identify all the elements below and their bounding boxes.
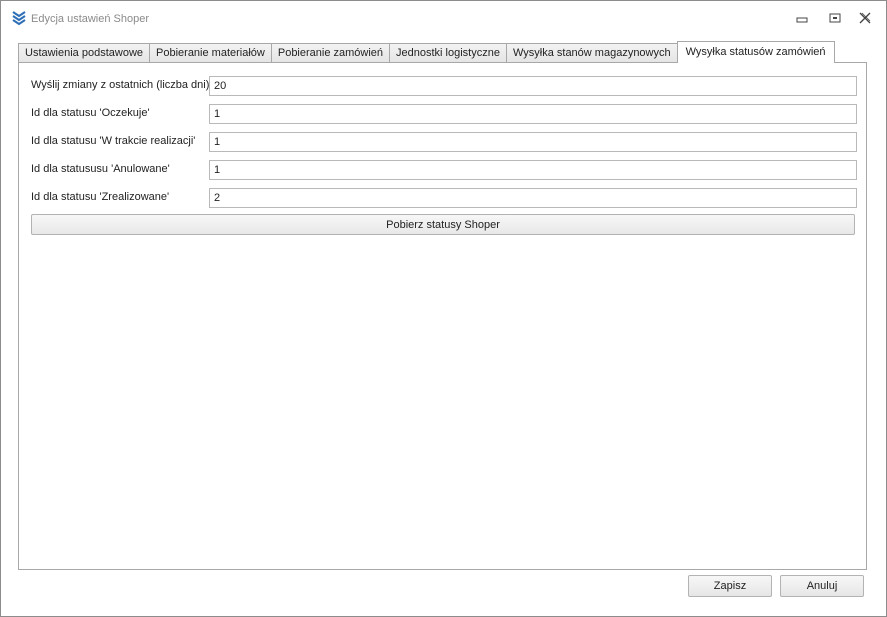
close-icon[interactable] xyxy=(854,9,876,27)
days-input[interactable] xyxy=(209,76,857,96)
save-button[interactable]: Zapisz xyxy=(688,575,772,597)
minimize-icon[interactable] xyxy=(791,9,813,27)
tab-jednostki-logistyczne[interactable]: Jednostki logistyczne xyxy=(389,43,507,63)
anulowane-label: Id dla statususu 'Anulowane' xyxy=(31,163,170,175)
tab-ustawienia-podstawowe[interactable]: Ustawienia podstawowe xyxy=(18,43,151,63)
oczekuje-label: Id dla statusu 'Oczekuje' xyxy=(31,107,150,119)
title-bar: Edycja ustawień Shoper xyxy=(1,1,886,37)
tab-wysylka-statusow-zamowien[interactable]: Wysyłka statusów zamówień xyxy=(676,41,835,63)
w-trakcie-input[interactable] xyxy=(209,132,857,152)
cancel-button[interactable]: Anuluj xyxy=(780,575,864,597)
anulowane-input[interactable] xyxy=(209,160,857,180)
tab-strip: Ustawienia podstawowe Pobieranie materia… xyxy=(18,41,835,63)
tab-panel: Wyślij zmiany z ostatnich (liczba dni) I… xyxy=(18,62,867,570)
zrealizowane-input[interactable] xyxy=(209,188,857,208)
window-title: Edycja ustawień Shoper xyxy=(31,13,150,25)
oczekuje-input[interactable] xyxy=(209,104,857,124)
tab-pobieranie-materialow[interactable]: Pobieranie materiałów xyxy=(149,43,272,63)
fetch-statuses-button[interactable]: Pobierz statusy Shoper xyxy=(31,214,855,235)
zrealizowane-label: Id dla statusu 'Zrealizowane' xyxy=(31,191,170,203)
tab-pobieranie-zamowien[interactable]: Pobieranie zamówień xyxy=(270,43,391,63)
days-label: Wyślij zmiany z ostatnich (liczba dni) xyxy=(31,79,210,91)
restore-icon[interactable] xyxy=(824,9,846,27)
settings-window: Edycja ustawień Shoper Ustawienia podsta… xyxy=(0,0,887,617)
chevrons-down-icon xyxy=(12,11,26,27)
w-trakcie-label: Id dla statusu 'W trakcie realizacji' xyxy=(31,135,196,147)
tab-wysylka-stanow-magazynowych[interactable]: Wysyłka stanów magazynowych xyxy=(505,43,678,63)
